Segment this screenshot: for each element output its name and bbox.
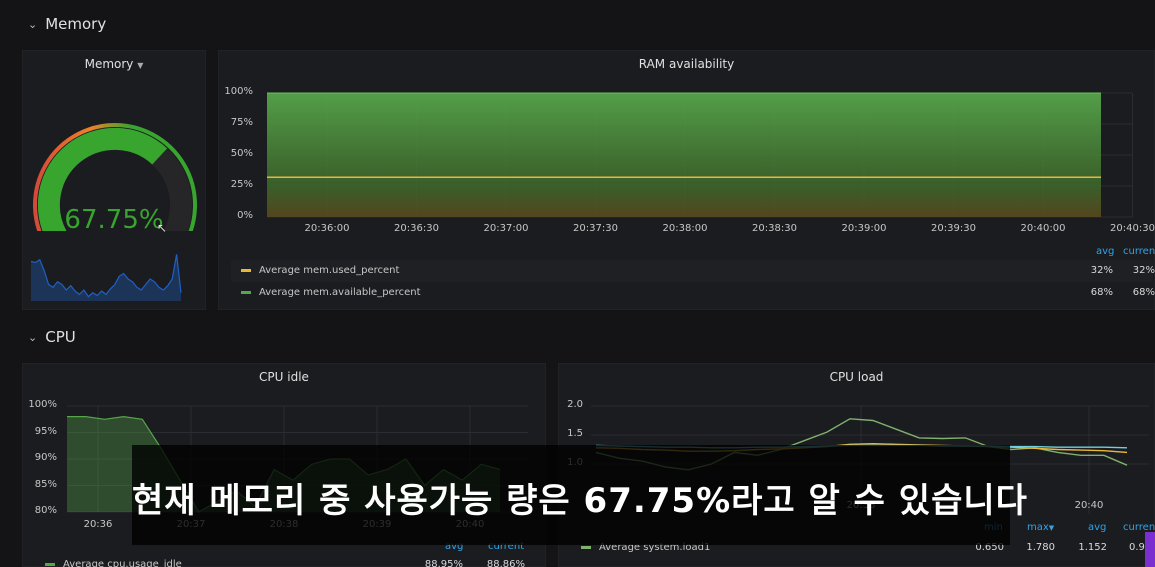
load-legend-header-max[interactable]: max▼ — [1027, 522, 1054, 533]
ram-availability-panel: RAM availability 100% 75% 50% 25% 0% 20:36:0… — [218, 50, 1155, 310]
y-tick-label: 100% — [28, 399, 57, 410]
legend-value-current: 68% — [1132, 287, 1155, 298]
y-tick-label: 75% — [230, 117, 253, 128]
chevron-down-icon: ⌄ — [28, 330, 38, 344]
legend-value-avg: 88.95% — [424, 559, 463, 567]
legend-value-avg: 1.152 — [1078, 542, 1107, 553]
legend-swatch — [241, 269, 251, 272]
mouse-cursor-icon: ↖ — [157, 221, 168, 235]
legend-swatch — [45, 563, 55, 566]
x-tick-label: 20:39:30 — [931, 223, 976, 234]
row-memory-title: Memory — [45, 15, 107, 33]
legend-swatch — [581, 546, 591, 549]
ram-chart — [267, 92, 1133, 218]
legend-item-mem-available[interactable]: Average mem.available_percent — [241, 287, 421, 298]
gauge-value: 67.75% — [64, 205, 164, 235]
subtitle-overlay: 현재 메모리 중 사용가능 량은 67.75%라고 알 수 있습니다 — [132, 445, 1028, 545]
gauge-panel-title[interactable]: Memory ▼ — [23, 57, 205, 71]
row-cpu-title: CPU — [45, 328, 76, 346]
legend-item-mem-used[interactable]: Average mem.used_percent — [241, 265, 399, 276]
x-tick-label: 20:37:00 — [483, 223, 529, 234]
y-tick-label: 85% — [34, 478, 57, 490]
x-tick-label: 20:40:00 — [1020, 223, 1066, 234]
x-tick-label: 20:38:00 — [662, 223, 708, 234]
ram-legend-header-current[interactable]: current — [1123, 246, 1155, 257]
load-legend-header-avg[interactable]: avg — [1088, 522, 1106, 533]
subtitle-text: 현재 메모리 중 사용가능 량은 67.75%라고 알 수 있습니다 — [132, 481, 1028, 521]
y-tick-label: 25% — [230, 179, 253, 190]
memory-sparkline — [31, 254, 182, 301]
legend-value-current: 32% — [1132, 265, 1155, 276]
ram-legend-header-avg[interactable]: avg — [1096, 246, 1114, 257]
x-tick-label: 20:36 — [83, 519, 113, 530]
y-tick-label: 50% — [230, 148, 253, 159]
legend-value-avg: 68% — [1090, 287, 1113, 298]
x-tick-label: 20:36:00 — [304, 223, 350, 234]
x-tick-label: 20:40:30 — [1110, 223, 1155, 234]
y-tick-label: 0% — [237, 210, 253, 221]
legend-value-max: 1.780 — [1026, 542, 1055, 553]
y-tick-label: 80% — [34, 505, 57, 516]
y-tick-label: 1.5 — [567, 428, 583, 439]
legend-item-cpu-idle[interactable]: Average cpu.usage_idle — [45, 559, 182, 567]
sort-desc-icon: ▼ — [1048, 524, 1055, 532]
caret-down-icon: ▼ — [137, 61, 144, 70]
legend-value-current: 88.86% — [486, 559, 525, 567]
x-tick-label: 20:40 — [1074, 500, 1104, 511]
y-tick-label: 100% — [224, 86, 253, 97]
x-tick-label: 20:39:00 — [841, 223, 887, 234]
y-tick-label: 90% — [34, 452, 57, 463]
x-tick-label: 20:38:30 — [752, 223, 797, 234]
edge-overlay-marker — [1145, 532, 1155, 567]
gauge-panel: Memory ▼ 67.75% ↖ — [22, 50, 206, 310]
ram-available-area — [267, 93, 1101, 217]
row-memory[interactable]: ⌄ Memory — [28, 15, 106, 33]
x-tick-label: 20:37:30 — [573, 223, 618, 234]
y-tick-label: 2.0 — [567, 399, 583, 410]
y-tick-label: 95% — [34, 425, 57, 437]
legend-value-avg: 32% — [1090, 265, 1113, 276]
legend-swatch — [241, 291, 251, 294]
chevron-down-icon: ⌄ — [28, 17, 38, 31]
x-tick-label: 20:36:30 — [394, 223, 439, 234]
row-cpu[interactable]: ⌄ CPU — [28, 328, 76, 346]
